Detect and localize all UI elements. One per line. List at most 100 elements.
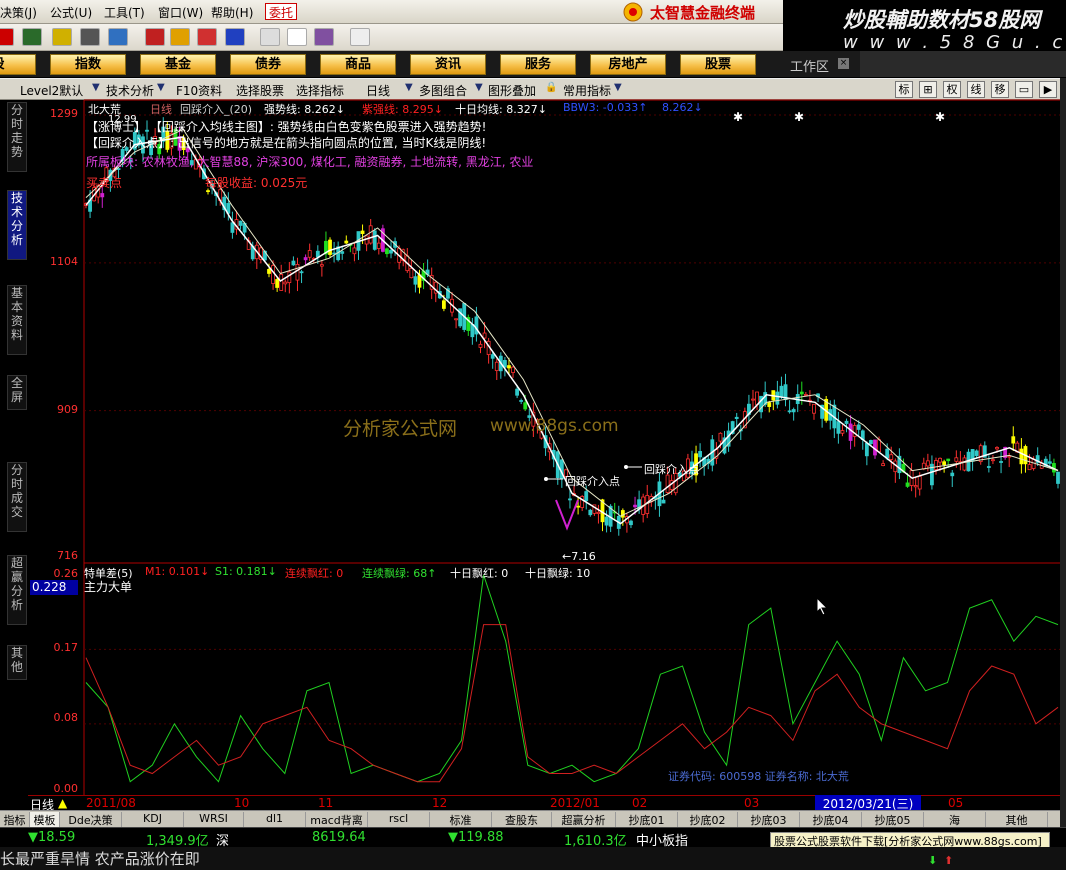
candle-body bbox=[974, 450, 979, 456]
y-tick-label: 1104 bbox=[50, 255, 78, 268]
sector-label: 所属板块: 农林牧渔, 大智慧88, 沪深300, 煤化工, 融资融券, 土地流… bbox=[86, 155, 534, 169]
tab-other[interactable]: 其他 bbox=[986, 812, 1048, 827]
candle-body bbox=[881, 463, 886, 466]
candle-body bbox=[812, 403, 816, 414]
candle-body bbox=[921, 462, 926, 470]
candle-body bbox=[1011, 436, 1016, 444]
high-price-label: 12.99 bbox=[108, 114, 137, 125]
ten-red: 十日飘红: 0 bbox=[450, 567, 509, 580]
trade-point-label: 买卖点 bbox=[86, 176, 123, 190]
candle-body bbox=[478, 343, 483, 348]
date-tick: 10 bbox=[234, 796, 250, 810]
red-streak: 连续飘红: 0 bbox=[285, 567, 344, 580]
tab-wrsi[interactable]: WRSI bbox=[184, 812, 244, 827]
candle-body bbox=[576, 505, 581, 508]
candle-body bbox=[360, 230, 365, 234]
tab-superwin-analysis[interactable]: 超赢分析 bbox=[552, 812, 616, 827]
candle-body bbox=[938, 457, 942, 463]
signal-star-marker: ✱ bbox=[794, 110, 804, 124]
y-tick-label: 716 bbox=[57, 549, 78, 562]
tab-standard[interactable]: 标准 bbox=[430, 812, 492, 827]
candle-body bbox=[856, 424, 861, 430]
tail-value: 8.262↓ bbox=[662, 101, 703, 114]
tab-sea[interactable]: 海 bbox=[924, 812, 986, 827]
pullback-dot bbox=[544, 477, 548, 481]
candle-body bbox=[767, 402, 772, 407]
candle-body bbox=[978, 445, 983, 462]
indicator-tab-bar: 指标 模板 Dde决策 KDJ WRSI dl1 macd背离 rscl 标准 … bbox=[0, 810, 1060, 827]
sz-index: 8619.64 bbox=[312, 830, 366, 845]
candle-body bbox=[267, 269, 271, 274]
candle-body bbox=[999, 461, 1003, 463]
candle-body bbox=[389, 250, 393, 254]
candle-body bbox=[1019, 448, 1024, 465]
candle-body bbox=[279, 274, 284, 291]
candle-body bbox=[950, 472, 955, 477]
tab-bottom01[interactable]: 抄底01 bbox=[616, 812, 678, 827]
tab-shareholder[interactable]: 查股东 bbox=[492, 812, 552, 827]
app-window: { "menubar": { "items": ["决策(J)", "公式(U)… bbox=[0, 0, 1066, 870]
candle-body bbox=[283, 281, 288, 285]
tab-bottom02[interactable]: 抄底02 bbox=[678, 812, 738, 827]
candle-body bbox=[629, 520, 633, 526]
tab-dl1[interactable]: dl1 bbox=[244, 812, 306, 827]
pullback-label-2: 回踩介入点 bbox=[644, 463, 699, 476]
tab-bottom05[interactable]: 抄底05 bbox=[862, 812, 924, 827]
date-tick: 12 bbox=[432, 796, 448, 810]
news-ticker: 长最严重旱情 农产品涨价在即 bbox=[0, 847, 1066, 870]
candle-body bbox=[698, 451, 703, 458]
candle-body bbox=[803, 394, 808, 396]
candle-body bbox=[454, 318, 458, 321]
candle-body bbox=[511, 366, 515, 373]
candle-body bbox=[319, 264, 324, 267]
candle-body bbox=[519, 400, 524, 402]
pullback-dot bbox=[624, 465, 628, 469]
tab-macd[interactable]: macd背离 bbox=[306, 812, 368, 827]
candle-body bbox=[620, 510, 625, 518]
tab-indicator[interactable]: 指标 bbox=[0, 812, 30, 827]
tab-rscl[interactable]: rscl bbox=[368, 812, 430, 827]
selected-date: 2012/03/21(三) bbox=[815, 795, 921, 811]
ticker-text[interactable]: 长最严重旱情 农产品涨价在即 bbox=[0, 848, 200, 869]
tab-template[interactable]: 模板 bbox=[30, 812, 60, 827]
candle-body bbox=[368, 225, 373, 244]
candle-body bbox=[507, 365, 511, 369]
candle-body bbox=[962, 457, 967, 471]
candle-body bbox=[238, 220, 243, 226]
tab-kdj[interactable]: KDJ bbox=[122, 812, 184, 827]
center-watermark-url: www.88gs.com bbox=[490, 416, 619, 436]
candle-body bbox=[494, 361, 499, 371]
candle-body bbox=[954, 457, 959, 462]
tab-bottom04[interactable]: 抄底04 bbox=[800, 812, 862, 827]
right-scrollbar[interactable] bbox=[1060, 78, 1066, 828]
tab-dde[interactable]: Dde决策 bbox=[60, 812, 122, 827]
triangle-up-icon: ▲ bbox=[58, 796, 68, 810]
candle-body bbox=[877, 439, 881, 453]
tab-bottom03[interactable]: 抄底03 bbox=[738, 812, 800, 827]
y-tick-label-sub: 0.17 bbox=[53, 641, 79, 654]
candle-body bbox=[291, 260, 296, 266]
candle-body bbox=[751, 398, 755, 401]
signal-star-marker: ✱ bbox=[733, 110, 743, 124]
y-tick-label-sub: 0.08 bbox=[53, 711, 79, 724]
low-price-label: ←7.16 bbox=[562, 550, 596, 563]
date-tick: 03 bbox=[744, 796, 760, 810]
candle-body bbox=[986, 466, 991, 468]
candle-body bbox=[344, 240, 349, 244]
svg-text:⬇: ⬇ bbox=[928, 854, 937, 865]
candle-body bbox=[299, 271, 304, 274]
candle-body bbox=[889, 454, 894, 460]
date-tick: 2012/01 bbox=[550, 796, 600, 810]
candle-body bbox=[775, 391, 780, 405]
candle-body bbox=[328, 239, 332, 255]
candle-body bbox=[470, 323, 475, 338]
candle-body bbox=[515, 388, 519, 396]
candle-body bbox=[307, 250, 312, 258]
note-line-2: 【回踩介入点】: 出信号的地方就是在箭头指向圆点的位置, 当时K线是阴线! bbox=[86, 136, 487, 150]
candle-body bbox=[340, 251, 345, 254]
date-tick: 05 bbox=[948, 796, 964, 810]
candle-body bbox=[523, 402, 528, 410]
candle-body bbox=[995, 447, 999, 450]
green-streak: 连续飘绿: 68↑ bbox=[362, 567, 437, 580]
candle-body bbox=[661, 499, 666, 504]
